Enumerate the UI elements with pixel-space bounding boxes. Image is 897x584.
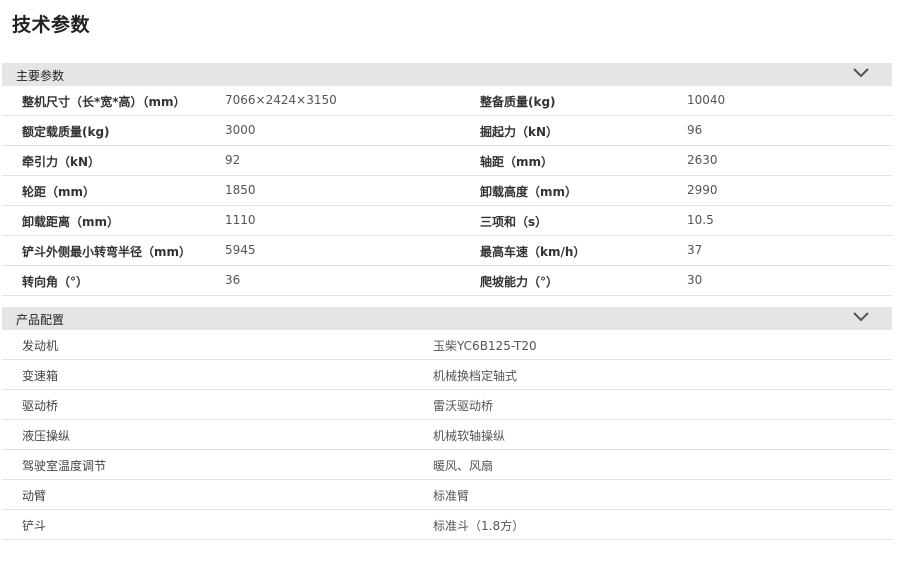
spec-value: 2630 <box>687 153 718 167</box>
config-value: 暖风、风扇 <box>433 459 494 473</box>
spec-label: 牵引力（kN） <box>22 155 101 169</box>
config-label: 发动机 <box>22 339 59 353</box>
main-params-section: 主要参数 整机尺寸（长*宽*高）（mm） 7066×2424×3150 整备质量… <box>2 63 892 296</box>
config-label: 驾驶室温度调节 <box>22 459 107 473</box>
config-value: 机械软轴操纵 <box>433 429 506 443</box>
spec-label: 转向角（°） <box>22 275 89 289</box>
table-row: 液压操纵 机械软轴操纵 <box>2 420 892 450</box>
spec-value: 1110 <box>225 213 256 227</box>
config-value: 标准臂 <box>433 489 470 503</box>
spec-label: 轴距（mm） <box>480 155 554 169</box>
config-value: 玉柴YC6B125-T20 <box>433 339 537 353</box>
spec-value: 92 <box>225 153 241 167</box>
spec-value: 3000 <box>225 123 256 137</box>
spec-value: 30 <box>687 273 703 287</box>
main-params-header[interactable]: 主要参数 <box>2 63 892 86</box>
config-value: 机械换档定轴式 <box>433 369 518 383</box>
table-row: 铲斗 标准斗（1.8方） <box>2 510 892 540</box>
chevron-down-icon[interactable] <box>852 67 870 79</box>
config-label: 铲斗 <box>22 519 47 533</box>
spec-value: 10040 <box>687 93 726 107</box>
spec-label: 整机尺寸（长*宽*高）（mm） <box>22 95 186 109</box>
spec-label: 轮距（mm） <box>22 185 96 199</box>
table-row: 卸载距离（mm） 1110 三项和（s） 10.5 <box>2 206 892 236</box>
table-row: 发动机 玉柴YC6B125-T20 <box>2 330 892 360</box>
spec-value: 10.5 <box>687 213 714 227</box>
table-row: 牵引力（kN） 92 轴距（mm） 2630 <box>2 146 892 176</box>
spec-label: 三项和（s） <box>480 215 548 229</box>
spec-label: 卸载高度（mm） <box>480 185 578 199</box>
page-title: 技术参数 <box>12 14 91 36</box>
table-row: 驾驶室温度调节 暖风、风扇 <box>2 450 892 480</box>
spec-value: 7066×2424×3150 <box>225 93 337 107</box>
spec-label: 整备质量(kg) <box>480 95 556 109</box>
config-label: 变速箱 <box>22 369 59 383</box>
table-row: 轮距（mm） 1850 卸载高度（mm） 2990 <box>2 176 892 206</box>
product-config-section: 产品配置 发动机 玉柴YC6B125-T20 变速箱 机械换档定轴式 驱动桥 雷… <box>2 307 892 540</box>
table-row: 动臂 标准臂 <box>2 480 892 510</box>
table-row: 变速箱 机械换档定轴式 <box>2 360 892 390</box>
table-row: 转向角（°） 36 爬坡能力（°） 30 <box>2 266 892 296</box>
table-row: 铲斗外侧最小转弯半径（mm） 5945 最高车速（km/h） 37 <box>2 236 892 266</box>
table-row: 驱动桥 雷沃驱动桥 <box>2 390 892 420</box>
main-params-header-label: 主要参数 <box>16 69 65 83</box>
spec-value: 2990 <box>687 183 718 197</box>
spec-label: 额定载质量(kg) <box>22 125 110 139</box>
product-config-header[interactable]: 产品配置 <box>2 307 892 330</box>
spec-label: 掘起力（kN） <box>480 125 559 139</box>
config-label: 驱动桥 <box>22 399 59 413</box>
spec-label: 铲斗外侧最小转弯半径（mm） <box>22 245 192 259</box>
spec-value: 96 <box>687 123 703 137</box>
chevron-down-icon[interactable] <box>852 311 870 323</box>
spec-label: 卸载距离（mm） <box>22 215 120 229</box>
spec-value: 1850 <box>225 183 256 197</box>
spec-label: 最高车速（km/h） <box>480 245 586 259</box>
spec-label: 爬坡能力（°） <box>480 275 559 289</box>
config-label: 液压操纵 <box>22 429 71 443</box>
spec-value: 5945 <box>225 243 256 257</box>
spec-value: 37 <box>687 243 703 257</box>
config-value: 雷沃驱动桥 <box>433 399 494 413</box>
config-label: 动臂 <box>22 489 47 503</box>
product-config-header-label: 产品配置 <box>16 313 65 327</box>
table-row: 额定载质量(kg) 3000 掘起力（kN） 96 <box>2 116 892 146</box>
spec-value: 36 <box>225 273 241 287</box>
table-row: 整机尺寸（长*宽*高）（mm） 7066×2424×3150 整备质量(kg) … <box>2 86 892 116</box>
config-value: 标准斗（1.8方） <box>433 519 525 533</box>
